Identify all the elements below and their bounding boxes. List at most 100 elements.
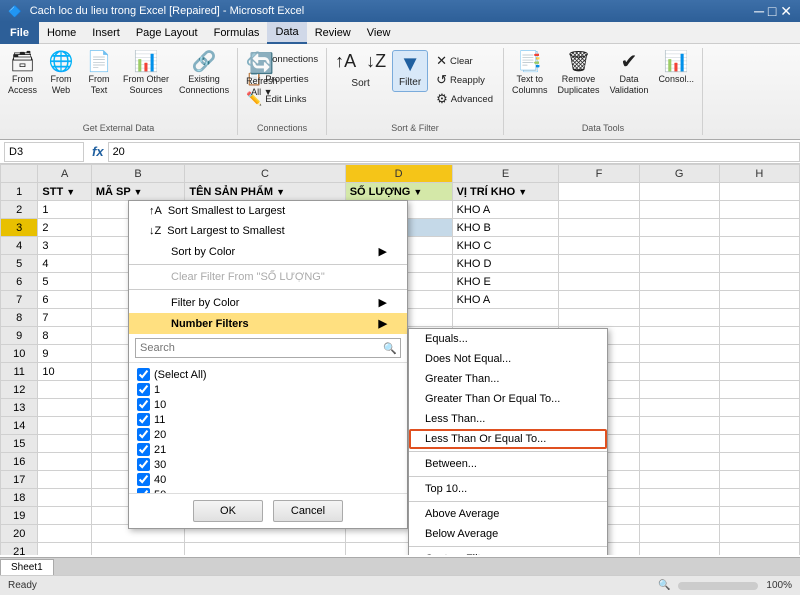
checkbox-1[interactable]: 1 — [137, 382, 399, 397]
cell-F7[interactable] — [559, 291, 639, 309]
from-access-button[interactable]: 🗃 FromAccess — [4, 50, 41, 98]
sort-descending-button[interactable]: ↓Z — [362, 50, 390, 74]
cell-G8[interactable] — [639, 309, 719, 327]
cell-A1[interactable]: STT ▼ — [38, 183, 91, 201]
col-header-A[interactable]: A — [38, 165, 91, 183]
sort-ascending-button[interactable]: ↑A — [331, 50, 360, 74]
filter-greater-equal[interactable]: Greater Than Or Equal To... — [409, 389, 607, 409]
sort-button[interactable]: Sort — [343, 76, 379, 92]
cell-A8[interactable]: 7 — [38, 309, 91, 327]
menu-insert[interactable]: Insert — [84, 22, 128, 44]
cell-H11[interactable] — [719, 363, 799, 381]
menu-data[interactable]: Data — [267, 22, 306, 44]
cell-reference[interactable]: D3 — [4, 142, 84, 162]
menu-view[interactable]: View — [359, 22, 399, 44]
filter-custom[interactable]: Custom Filter... — [409, 549, 607, 555]
from-other-sources-button[interactable]: 📊 From OtherSources — [119, 50, 173, 98]
cell-A3[interactable]: 2 — [38, 219, 91, 237]
checkbox-40[interactable]: 40 — [137, 472, 399, 487]
cell-G2[interactable] — [639, 201, 719, 219]
menu-review[interactable]: Review — [307, 22, 359, 44]
filter-top10[interactable]: Top 10... — [409, 479, 607, 499]
consolidate-button[interactable]: 📊 Consol... — [654, 50, 698, 87]
text-to-columns-button[interactable]: 📑 Text toColumns — [508, 50, 552, 98]
cell-H6[interactable] — [719, 273, 799, 291]
cell-G5[interactable] — [639, 255, 719, 273]
cell-F8[interactable] — [559, 309, 639, 327]
cell-F3[interactable] — [559, 219, 639, 237]
cell-G6[interactable] — [639, 273, 719, 291]
cell-D1[interactable]: SỐ LƯỢNG ▼ — [345, 183, 452, 201]
checkbox-20[interactable]: 20 — [137, 427, 399, 442]
filter-equals[interactable]: Equals... — [409, 329, 607, 349]
cell-G7[interactable] — [639, 291, 719, 309]
cell-H7[interactable] — [719, 291, 799, 309]
cell-G3[interactable] — [639, 219, 719, 237]
filter-does-not-equal[interactable]: Does Not Equal... — [409, 349, 607, 369]
cell-H4[interactable] — [719, 237, 799, 255]
cell-G11[interactable] — [639, 363, 719, 381]
col-header-E[interactable]: E — [452, 165, 559, 183]
filter-button[interactable]: ▼ Filter — [392, 50, 428, 92]
zoom-slider[interactable] — [678, 582, 758, 590]
sheet-tab-1[interactable]: Sheet1 — [0, 559, 54, 575]
cell-F5[interactable] — [559, 255, 639, 273]
cell-F1[interactable] — [559, 183, 639, 201]
search-input[interactable] — [135, 338, 401, 358]
advanced-button[interactable]: ⚙ Advanced — [432, 90, 497, 108]
col-header-C[interactable]: C — [185, 165, 345, 183]
checkbox-21[interactable]: 21 — [137, 442, 399, 457]
cell-H9[interactable] — [719, 327, 799, 345]
file-menu[interactable]: File — [0, 22, 39, 44]
cell-H3[interactable] — [719, 219, 799, 237]
cell-A7[interactable]: 6 — [38, 291, 91, 309]
cell-A6[interactable]: 5 — [38, 273, 91, 291]
cell-G10[interactable] — [639, 345, 719, 363]
existing-connections-button[interactable]: 🔗 ExistingConnections — [175, 50, 233, 98]
sort-by-color[interactable]: Sort by Color ▶ — [129, 241, 407, 262]
col-header-H[interactable]: H — [719, 165, 799, 183]
data-validation-button[interactable]: ✔ DataValidation — [606, 50, 653, 98]
cell-E7[interactable]: KHO A — [452, 291, 559, 309]
cell-A5[interactable]: 4 — [38, 255, 91, 273]
reapply-button[interactable]: ↺ Reapply — [432, 71, 497, 89]
filter-below-average[interactable]: Below Average — [409, 524, 607, 544]
cell-A11[interactable]: 10 — [38, 363, 91, 381]
sort-smallest-largest[interactable]: ↑A Sort Smallest to Largest — [129, 201, 407, 221]
col-header-B[interactable]: B — [91, 165, 185, 183]
refresh-all-button[interactable]: 🔄 RefreshAll ▼ — [242, 52, 282, 100]
cell-H5[interactable] — [719, 255, 799, 273]
checkbox-select-all[interactable]: (Select All) — [137, 367, 399, 382]
cell-A2[interactable]: 1 — [38, 201, 91, 219]
checkbox-30[interactable]: 30 — [137, 457, 399, 472]
cell-F4[interactable] — [559, 237, 639, 255]
cancel-button[interactable]: Cancel — [273, 500, 343, 522]
formula-input[interactable]: 20 — [108, 142, 800, 162]
cell-A9[interactable]: 8 — [38, 327, 91, 345]
cell-H8[interactable] — [719, 309, 799, 327]
filter-by-color[interactable]: Filter by Color ▶ — [129, 292, 407, 313]
from-text-button[interactable]: 📄 FromText — [81, 50, 117, 98]
cell-H10[interactable] — [719, 345, 799, 363]
number-filters[interactable]: Number Filters ▶ — [129, 313, 407, 334]
cell-G1[interactable] — [639, 183, 719, 201]
cell-E6[interactable]: KHO E — [452, 273, 559, 291]
filter-less-equal[interactable]: Less Than Or Equal To... — [409, 429, 607, 449]
checkbox-11[interactable]: 11 — [137, 412, 399, 427]
cell-E2[interactable]: KHO A — [452, 201, 559, 219]
cell-F6[interactable] — [559, 273, 639, 291]
from-web-button[interactable]: 🌐 FromWeb — [43, 50, 79, 98]
filter-between[interactable]: Between... — [409, 454, 607, 474]
cell-E5[interactable]: KHO D — [452, 255, 559, 273]
filter-less-than[interactable]: Less Than... — [409, 409, 607, 429]
cell-H2[interactable] — [719, 201, 799, 219]
cell-H1[interactable] — [719, 183, 799, 201]
remove-duplicates-button[interactable]: 🗑 RemoveDuplicates — [554, 50, 604, 98]
menu-page-layout[interactable]: Page Layout — [128, 22, 206, 44]
ok-button[interactable]: OK — [193, 500, 263, 522]
cell-E1[interactable]: VỊ TRÍ KHO ▼ — [452, 183, 559, 201]
cell-B1[interactable]: MÃ SP ▼ — [91, 183, 185, 201]
cell-C1[interactable]: TÊN SẢN PHẨM ▼ — [185, 183, 345, 201]
clear-button[interactable]: ✕ Clear — [432, 52, 497, 70]
col-header-D[interactable]: D — [345, 165, 452, 183]
